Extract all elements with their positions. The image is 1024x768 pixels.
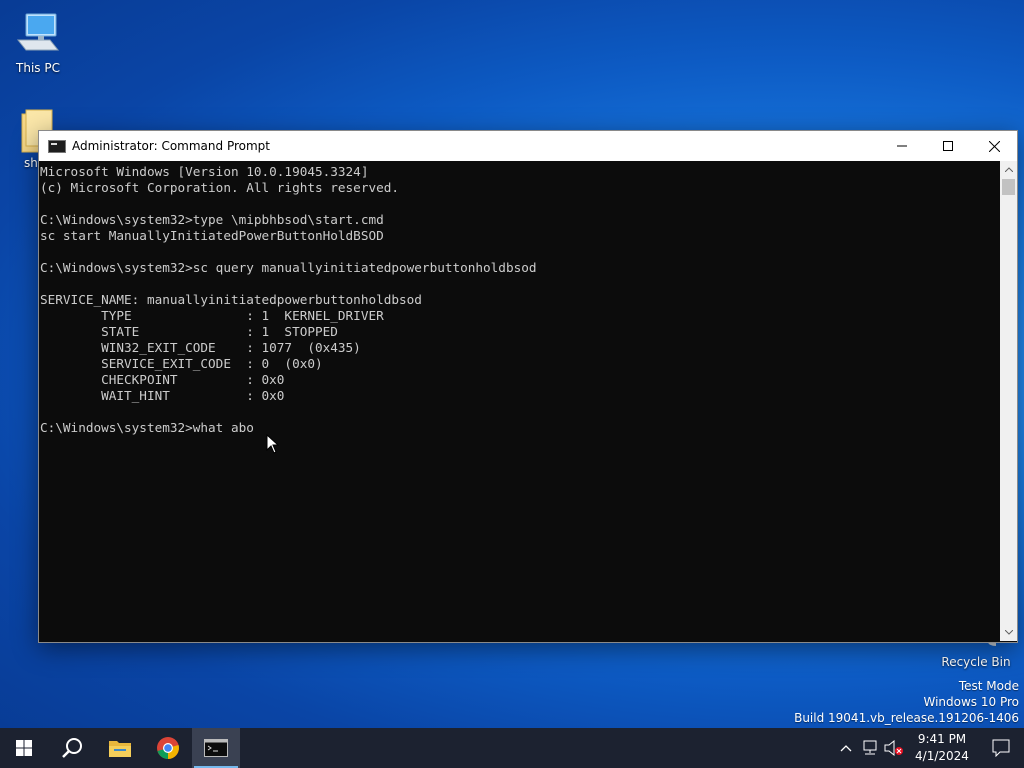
maximize-icon xyxy=(943,141,953,151)
console-output[interactable]: Microsoft Windows [Version 10.0.19045.33… xyxy=(39,161,1000,641)
chrome-button[interactable] xyxy=(144,728,192,768)
taskbar-clock[interactable]: 9:41 PM 4/1/2024 xyxy=(906,731,978,765)
mouse-cursor-icon xyxy=(266,434,279,454)
start-icon xyxy=(16,740,32,756)
window-titlebar[interactable]: Administrator: Command Prompt xyxy=(39,131,1017,161)
test-mode-watermark: Test Mode Windows 10 Pro Build 19041.vb_… xyxy=(794,678,1019,726)
vertical-scrollbar[interactable] xyxy=(1000,161,1017,641)
show-hidden-icons-button[interactable] xyxy=(834,728,858,768)
start-button[interactable] xyxy=(0,728,48,768)
volume-muted-icon xyxy=(884,740,903,756)
volume-button[interactable] xyxy=(882,728,906,768)
desktop-icon-label: This PC xyxy=(16,61,60,75)
chevron-up-icon xyxy=(840,745,852,752)
desktop-icon-this-pc[interactable]: This PC xyxy=(0,10,76,75)
watermark-line-2: Windows 10 Pro xyxy=(923,695,1019,709)
maximize-button[interactable] xyxy=(925,131,971,161)
desktop-icon-label: Recycle Bin xyxy=(941,655,1011,669)
console-text: Microsoft Windows [Version 10.0.19045.33… xyxy=(40,164,537,435)
network-icon xyxy=(863,740,877,755)
command-prompt-taskbar-button[interactable] xyxy=(192,728,240,768)
file-explorer-button[interactable] xyxy=(96,728,144,768)
chevron-down-icon xyxy=(1004,630,1013,635)
close-button[interactable] xyxy=(971,131,1017,161)
scroll-down-button[interactable] xyxy=(1000,624,1017,641)
system-tray: 9:41 PM 4/1/2024 xyxy=(834,728,1024,768)
search-icon xyxy=(62,738,82,758)
cmd-icon xyxy=(48,139,66,153)
watermark-line-1: Test Mode xyxy=(958,679,1019,693)
chrome-icon xyxy=(157,737,179,759)
command-prompt-window[interactable]: Administrator: Command Prompt Microsoft … xyxy=(38,130,1018,643)
chevron-up-icon xyxy=(1004,167,1013,172)
action-center-button[interactable] xyxy=(978,728,1024,768)
clock-date: 4/1/2024 xyxy=(915,749,969,763)
network-button[interactable] xyxy=(858,728,882,768)
this-pc-icon xyxy=(16,13,60,51)
minimize-icon xyxy=(897,145,907,147)
close-icon xyxy=(988,140,1000,152)
command-prompt-icon xyxy=(204,739,228,757)
taskbar: 9:41 PM 4/1/2024 xyxy=(0,728,1024,768)
scrollbar-thumb[interactable] xyxy=(1002,179,1015,195)
clock-time: 9:41 PM xyxy=(917,732,967,746)
file-explorer-icon xyxy=(109,741,131,757)
notification-icon xyxy=(992,739,1010,757)
scroll-up-button[interactable] xyxy=(1000,161,1017,178)
watermark-line-3: Build 19041.vb_release.191206-1406 xyxy=(794,711,1019,725)
search-button[interactable] xyxy=(48,728,96,768)
minimize-button[interactable] xyxy=(879,131,925,161)
window-title: Administrator: Command Prompt xyxy=(72,139,270,153)
desktop-icon-label: sh xyxy=(24,156,38,170)
